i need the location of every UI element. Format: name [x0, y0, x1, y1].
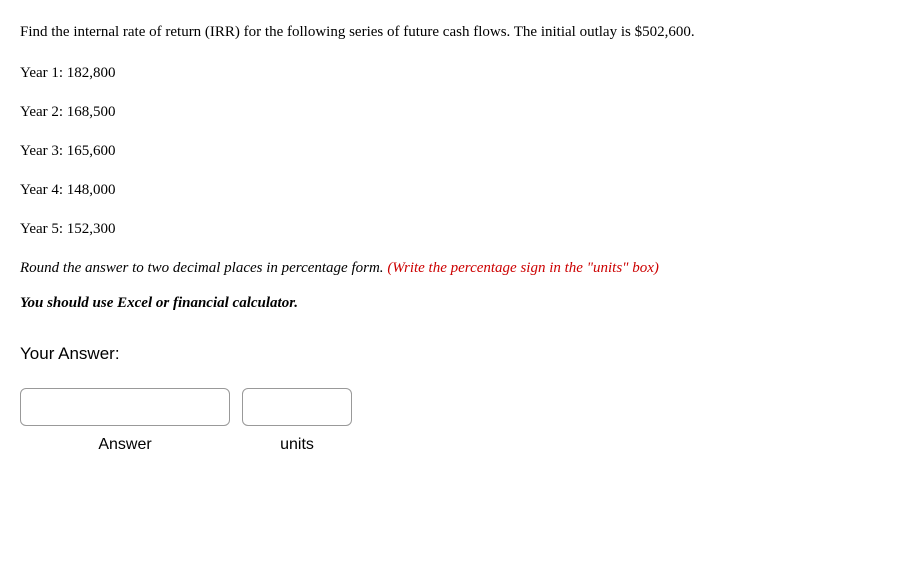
rounding-instruction: Round the answer to two decimal places i… [20, 260, 886, 277]
answer-input-label: Answer [98, 436, 151, 454]
rounding-instruction-hint: (Write the percentage sign in the "units… [387, 260, 659, 276]
calculator-note: You should use Excel or financial calcul… [20, 295, 886, 312]
answer-section: Answer units [20, 388, 886, 454]
cash-flow-year-3: Year 3: 165,600 [20, 143, 886, 160]
units-input-group: units [242, 388, 352, 454]
answer-input-group: Answer [20, 388, 230, 454]
rounding-instruction-text: Round the answer to two decimal places i… [20, 260, 387, 276]
units-input[interactable] [242, 388, 352, 426]
cash-flow-year-2: Year 2: 168,500 [20, 104, 886, 121]
cash-flow-year-1: Year 1: 182,800 [20, 65, 886, 82]
your-answer-label: Your Answer: [20, 344, 886, 364]
answer-input[interactable] [20, 388, 230, 426]
units-input-label: units [280, 436, 314, 454]
cash-flow-year-5: Year 5: 152,300 [20, 221, 886, 238]
question-intro: Find the internal rate of return (IRR) f… [20, 18, 886, 47]
cash-flow-year-4: Year 4: 148,000 [20, 182, 886, 199]
